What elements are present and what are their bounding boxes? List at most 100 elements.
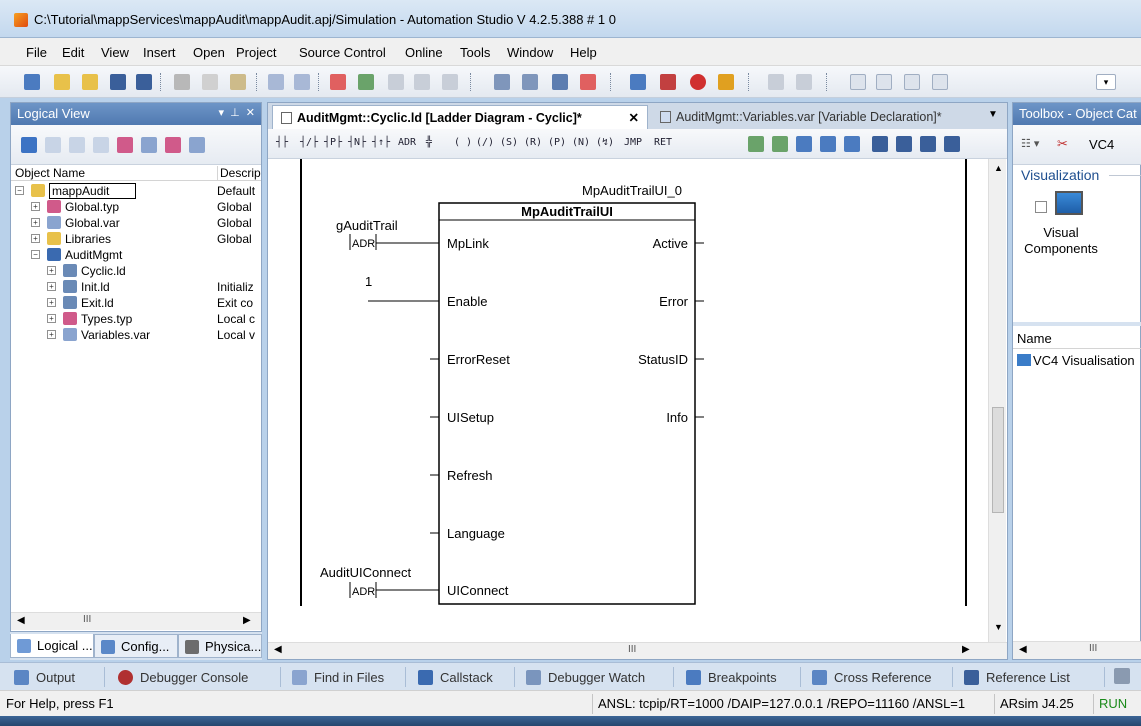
tab-callstack[interactable]: Callstack (410, 666, 493, 689)
type-icon[interactable] (117, 137, 133, 153)
tab-reference-list[interactable]: Reference List (956, 666, 1070, 689)
window-icon[interactable] (850, 74, 866, 90)
function-icon[interactable] (896, 136, 912, 152)
list-item-vc4[interactable]: VC4 Visualisation (1033, 353, 1135, 368)
dropdown-arrow-icon[interactable]: ▾ (1096, 74, 1116, 90)
ladder-symbol-button[interactable]: (R) (524, 137, 542, 148)
toolbox-hscroll[interactable]: ◀ III (1013, 641, 1141, 659)
save-icon[interactable] (110, 74, 126, 90)
scroll-right-icon[interactable]: ▶ (243, 615, 251, 626)
transfer-icon[interactable] (552, 74, 568, 90)
tab-breakpoints[interactable]: Breakpoints (678, 666, 777, 689)
insert-network-icon[interactable] (748, 136, 764, 152)
tab-physical[interactable]: Physica... (178, 634, 262, 658)
insert-row-icon[interactable] (796, 136, 812, 152)
editor-hscroll[interactable]: ◀ III ▶ (268, 642, 1007, 659)
save-all-icon[interactable] (136, 74, 152, 90)
tab-cyclic-ld[interactable]: AuditMgmt::Cyclic.ld [Ladder Diagram - C… (272, 105, 648, 129)
close-tab-icon[interactable]: ✕ (629, 110, 639, 125)
redo-icon[interactable] (294, 74, 310, 90)
ladder-symbol-button[interactable]: (/) (476, 137, 494, 148)
cut-icon[interactable] (174, 74, 190, 90)
menu-view[interactable]: View (101, 45, 129, 60)
column-object-name[interactable]: Object Name (15, 166, 85, 180)
ladder-symbol-button[interactable]: ADR (398, 137, 416, 148)
logical-view-hscroll[interactable]: ◀ III ▶ (11, 612, 261, 630)
tab-cross-reference[interactable]: Cross Reference (804, 666, 932, 689)
fb-output-label[interactable]: Info (666, 410, 688, 425)
fb-output-label[interactable]: Active (653, 236, 688, 251)
traffic-light-icon[interactable] (718, 74, 734, 90)
tree-item[interactable]: − AuditMgmt (11, 247, 261, 263)
scroll-left-icon[interactable]: ◀ (17, 615, 25, 626)
tree-item[interactable]: + Global.typ Global (11, 199, 261, 215)
copy-icon[interactable] (202, 74, 218, 90)
edit-icon[interactable] (189, 137, 205, 153)
scroll-left-icon[interactable]: ◀ (1019, 644, 1027, 655)
collapse-icon[interactable]: − (31, 250, 40, 259)
tab-list-dropdown-icon[interactable]: ▼ (988, 109, 998, 120)
ladder-symbol-button[interactable]: (N) (572, 137, 590, 148)
tree-item[interactable]: + Types.typ Local c (11, 311, 261, 327)
pane-pin-icon[interactable]: ▾ ⊥ ✕ (218, 106, 255, 119)
var-gaudittrail[interactable]: gAuditTrail (336, 218, 398, 233)
tree-item[interactable]: + Init.ld Initializ (11, 279, 261, 295)
tab-variables-var[interactable]: AuditMgmt::Variables.var [Variable Decla… (652, 105, 978, 129)
scroll-thumb[interactable]: III (83, 614, 91, 625)
debug-icon[interactable] (768, 74, 784, 90)
menu-insert[interactable]: Insert (143, 45, 176, 60)
menu-tools[interactable]: Tools (460, 45, 490, 60)
fb-input-label[interactable]: Language (447, 526, 505, 541)
rebuild-icon[interactable] (522, 74, 538, 90)
monitor-icon[interactable] (630, 74, 646, 90)
fb-input-label[interactable]: MpLink (447, 236, 489, 251)
vscroll-thumb[interactable] (992, 407, 1004, 513)
menu-online[interactable]: Online (405, 45, 443, 60)
filter-icon[interactable]: ✂ (1057, 136, 1068, 152)
tree-item[interactable]: + Libraries Global (11, 231, 261, 247)
ladder-symbol-button[interactable]: (↯) (596, 137, 614, 148)
ladder-symbol-button[interactable]: ╬ (426, 137, 432, 148)
editor-vscroll[interactable]: ▲ ▼ (988, 159, 1006, 642)
undo-icon[interactable] (268, 74, 284, 90)
ladder-canvas[interactable]: MpAuditTrailUI_0 MpAuditTrailUI MpLink En… (268, 159, 988, 642)
properties-icon[interactable] (358, 74, 374, 90)
comment-icon[interactable] (904, 74, 920, 90)
tree-item[interactable]: + Variables.var Local v (11, 327, 261, 343)
tree-item[interactable]: − mappAudit Default (11, 183, 261, 199)
column-description[interactable]: Descrip (217, 166, 261, 180)
new-project-icon[interactable] (24, 74, 40, 90)
scroll-left-icon[interactable]: ◀ (274, 644, 282, 655)
fb-output-label[interactable]: Error (659, 294, 689, 309)
menu-edit[interactable]: Edit (62, 45, 84, 60)
close-window-icon[interactable] (932, 74, 948, 90)
datatype-icon[interactable] (165, 137, 181, 153)
ladder-symbol-button[interactable]: ┤├ (276, 137, 288, 148)
connect-icon[interactable] (920, 136, 936, 152)
comment-block-icon[interactable] (944, 136, 960, 152)
const-enable[interactable]: 1 (365, 274, 372, 289)
splitter[interactable] (1013, 322, 1141, 326)
list-header-name[interactable]: Name (1017, 331, 1052, 346)
expand-icon[interactable]: + (47, 330, 56, 339)
fb-output-label[interactable]: StatusID (638, 352, 688, 367)
menu-help[interactable]: Help (570, 45, 597, 60)
hscroll-thumb[interactable]: III (628, 644, 636, 655)
ladder-symbol-button[interactable]: (S) (500, 137, 518, 148)
scroll-up-icon[interactable]: ▲ (994, 163, 1003, 173)
toolbox-group-header[interactable]: Visualization (1021, 167, 1099, 183)
tab-debugger-console[interactable]: Debugger Console (110, 666, 248, 689)
collapse-icon[interactable]: − (15, 186, 24, 195)
ladder-symbol-button[interactable]: ┤/├ (300, 137, 318, 148)
tree-item[interactable]: + Cyclic.ld (11, 263, 261, 279)
replace-icon[interactable] (414, 74, 430, 90)
ladder-symbol-button[interactable]: ┤P├ (324, 137, 342, 148)
menu-window[interactable]: Window (507, 45, 553, 60)
panel-options-icon[interactable] (1114, 668, 1130, 684)
fb-box[interactable] (438, 202, 696, 605)
ladder-symbol-button[interactable]: JMP (624, 137, 642, 148)
fb-input-label[interactable]: Refresh (447, 468, 493, 483)
variable-icon[interactable] (141, 137, 157, 153)
expand-icon[interactable]: + (31, 218, 40, 227)
visual-components-checkbox[interactable] (1035, 201, 1047, 213)
